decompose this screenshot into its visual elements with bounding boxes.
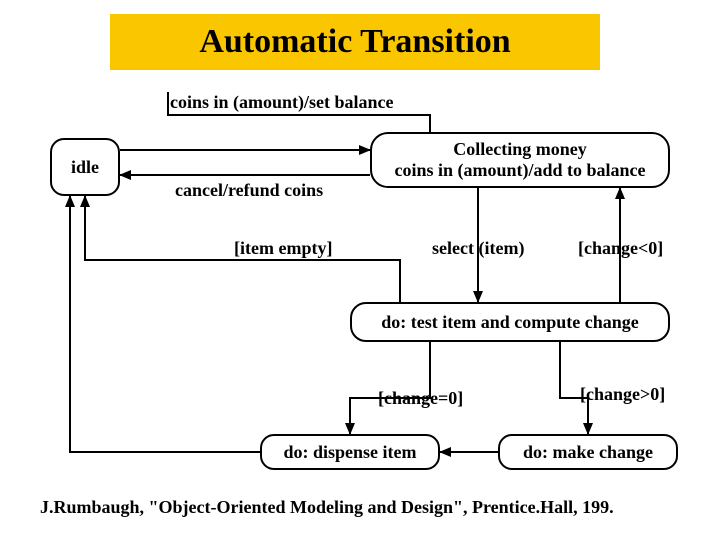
label-cancel-refund: cancel/refund coins [175, 180, 323, 201]
state-make-change-text: do: make change [523, 442, 653, 463]
state-idle-text: idle [71, 157, 99, 178]
slide-title: Automatic Transition [110, 14, 600, 70]
label-select-item: select (item) [432, 238, 524, 259]
slide-title-text: Automatic Transition [199, 23, 510, 61]
state-collecting: Collecting money coins in (amount)/add t… [370, 132, 670, 188]
diagram-stage: Automatic Transition coins in (amount)/s… [0, 0, 720, 540]
label-coins-in-set: coins in (amount)/set balance [170, 92, 394, 113]
state-collecting-line2: coins in (amount)/add to balance [394, 160, 645, 181]
citation-text: J.Rumbaugh, "Object-Oriented Modeling an… [40, 497, 614, 518]
label-item-empty: [item empty] [234, 238, 332, 259]
state-test-text: do: test item and compute change [381, 312, 638, 333]
state-dispense-text: do: dispense item [283, 442, 416, 463]
label-change-eq0: [change=0] [378, 388, 463, 409]
state-collecting-line1: Collecting money [453, 139, 586, 160]
label-change-gt0: [change>0] [580, 384, 665, 405]
state-test: do: test item and compute change [350, 302, 670, 342]
state-dispense: do: dispense item [260, 434, 440, 470]
state-idle: idle [50, 138, 120, 196]
state-make-change: do: make change [498, 434, 678, 470]
label-change-lt0: [change<0] [578, 238, 663, 259]
